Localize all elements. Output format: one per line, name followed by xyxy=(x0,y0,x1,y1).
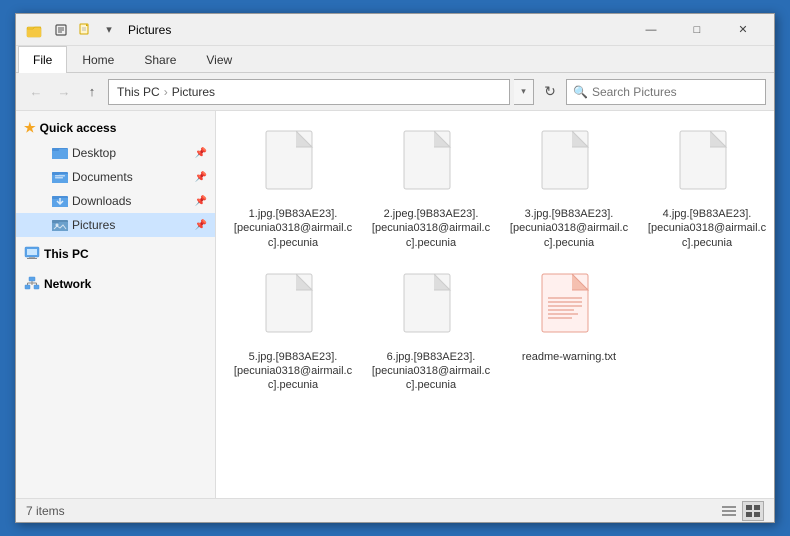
path-thispc[interactable]: This PC xyxy=(117,85,160,99)
address-bar: ← → ↑ This PC › Pictures ▾ ↻ 🔍 xyxy=(16,73,774,111)
file-icon-5 xyxy=(258,270,328,350)
address-path[interactable]: This PC › Pictures xyxy=(108,79,510,105)
pin-icon-pictures: 📌 xyxy=(195,220,207,231)
folder-downloads-icon xyxy=(52,193,68,210)
folder-pictures-icon xyxy=(52,217,68,234)
qat-properties-btn[interactable] xyxy=(50,19,72,41)
file-grid: 1.jpg.[9B83AE23].[pecunia0318@airmail.cc… xyxy=(228,123,762,397)
file-item-readme[interactable]: readme-warning.txt xyxy=(504,266,634,397)
file-icon-6 xyxy=(396,270,466,350)
file-item-4[interactable]: 4.jpg.[9B83AE23].[pecunia0318@airmail.cc… xyxy=(642,123,772,254)
sidebar-item-documents-label: Documents xyxy=(72,170,133,184)
minimize-button[interactable]: — xyxy=(628,14,674,46)
window-icon xyxy=(24,20,44,40)
file-icon-2 xyxy=(396,127,466,207)
file-label-6: 6.jpg.[9B83AE23].[pecunia0318@airmail.cc… xyxy=(371,350,491,393)
path-separator-1: › xyxy=(164,85,168,99)
sidebar-section-quickaccess-label: Quick access xyxy=(40,121,117,135)
folder-documents-icon xyxy=(52,169,68,186)
path-pictures[interactable]: Pictures xyxy=(172,85,215,99)
ribbon: File Home Share View xyxy=(16,46,774,73)
thispc-icon xyxy=(24,246,40,263)
maximize-button[interactable]: □ xyxy=(674,14,720,46)
pin-icon-documents: 📌 xyxy=(195,172,207,183)
file-label-3: 3.jpg.[9B83AE23].[pecunia0318@airmail.cc… xyxy=(509,207,629,250)
title-bar: ▾ Pictures — □ ✕ xyxy=(16,14,774,46)
tab-view[interactable]: View xyxy=(191,46,247,73)
sidebar-item-downloads[interactable]: Downloads 📌 xyxy=(16,189,215,213)
view-buttons xyxy=(718,501,764,521)
sidebar-item-desktop-label: Desktop xyxy=(72,146,116,160)
file-item-5[interactable]: 5.jpg.[9B83AE23].[pecunia0318@airmail.cc… xyxy=(228,266,358,397)
refresh-button[interactable]: ↻ xyxy=(538,80,562,104)
star-icon: ★ xyxy=(24,120,36,136)
search-icon: 🔍 xyxy=(573,85,588,99)
forward-button[interactable]: → xyxy=(52,80,76,104)
file-icon-readme xyxy=(534,270,604,350)
folder-desktop-icon xyxy=(52,145,68,162)
file-icon-4 xyxy=(672,127,742,207)
explorer-window: ▾ Pictures — □ ✕ File Home Share View ← … xyxy=(15,13,775,523)
pin-icon-downloads: 📌 xyxy=(195,196,207,207)
sidebar-section-quickaccess[interactable]: ★ Quick access xyxy=(16,115,215,141)
sidebar-item-pictures[interactable]: Pictures 📌 xyxy=(16,213,215,237)
sidebar-section-network-label: Network xyxy=(44,277,91,291)
file-label-readme: readme-warning.txt xyxy=(522,350,616,364)
tab-home[interactable]: Home xyxy=(67,46,129,73)
sidebar-section-thispc[interactable]: This PC xyxy=(16,241,215,267)
window-title: Pictures xyxy=(128,23,628,37)
sidebar-item-documents[interactable]: Documents 📌 xyxy=(16,165,215,189)
file-item-2[interactable]: 2.jpeg.[9B83AE23].[pecunia0318@airmail.c… xyxy=(366,123,496,254)
file-label-5: 5.jpg.[9B83AE23].[pecunia0318@airmail.cc… xyxy=(233,350,353,393)
file-icon-3 xyxy=(534,127,604,207)
file-label-1: 1.jpg.[9B83AE23].[pecunia0318@airmail.cc… xyxy=(233,207,353,250)
sidebar-section-thispc-label: This PC xyxy=(44,247,89,261)
quick-access-toolbar: ▾ xyxy=(50,19,120,41)
qat-newfile-btn[interactable] xyxy=(74,19,96,41)
qat-dropdown-btn[interactable]: ▾ xyxy=(98,19,120,41)
tab-file[interactable]: File xyxy=(18,46,67,73)
sidebar-item-desktop[interactable]: Desktop 📌 xyxy=(16,141,215,165)
status-item-count: 7 items xyxy=(26,504,65,518)
main-content: ★ Quick access Desktop 📌 xyxy=(16,111,774,498)
window-controls: — □ ✕ xyxy=(628,14,766,46)
view-list-button[interactable] xyxy=(718,501,740,521)
view-large-icons-button[interactable] xyxy=(742,501,764,521)
tab-share[interactable]: Share xyxy=(129,46,191,73)
file-item-3[interactable]: 3.jpg.[9B83AE23].[pecunia0318@airmail.cc… xyxy=(504,123,634,254)
search-input[interactable] xyxy=(592,85,759,99)
file-item-1[interactable]: 1.jpg.[9B83AE23].[pecunia0318@airmail.cc… xyxy=(228,123,358,254)
network-icon xyxy=(24,276,40,293)
file-icon-1 xyxy=(258,127,328,207)
sidebar-item-pictures-label: Pictures xyxy=(72,218,115,232)
file-label-4: 4.jpg.[9B83AE23].[pecunia0318@airmail.cc… xyxy=(647,207,767,250)
sidebar-item-downloads-label: Downloads xyxy=(72,194,131,208)
status-bar: 7 items xyxy=(16,498,774,522)
search-box[interactable]: 🔍 xyxy=(566,79,766,105)
sidebar-section-network[interactable]: Network xyxy=(16,271,215,297)
file-area: 1.jpg.[9B83AE23].[pecunia0318@airmail.cc… xyxy=(216,111,774,498)
up-button[interactable]: ↑ xyxy=(80,80,104,104)
file-label-2: 2.jpeg.[9B83AE23].[pecunia0318@airmail.c… xyxy=(371,207,491,250)
sidebar: ★ Quick access Desktop 📌 xyxy=(16,111,216,498)
address-dropdown-btn[interactable]: ▾ xyxy=(514,79,534,105)
close-button[interactable]: ✕ xyxy=(720,14,766,46)
pin-icon-desktop: 📌 xyxy=(195,148,207,159)
ribbon-tabs: File Home Share View xyxy=(16,46,774,72)
back-button[interactable]: ← xyxy=(24,80,48,104)
file-item-6[interactable]: 6.jpg.[9B83AE23].[pecunia0318@airmail.cc… xyxy=(366,266,496,397)
